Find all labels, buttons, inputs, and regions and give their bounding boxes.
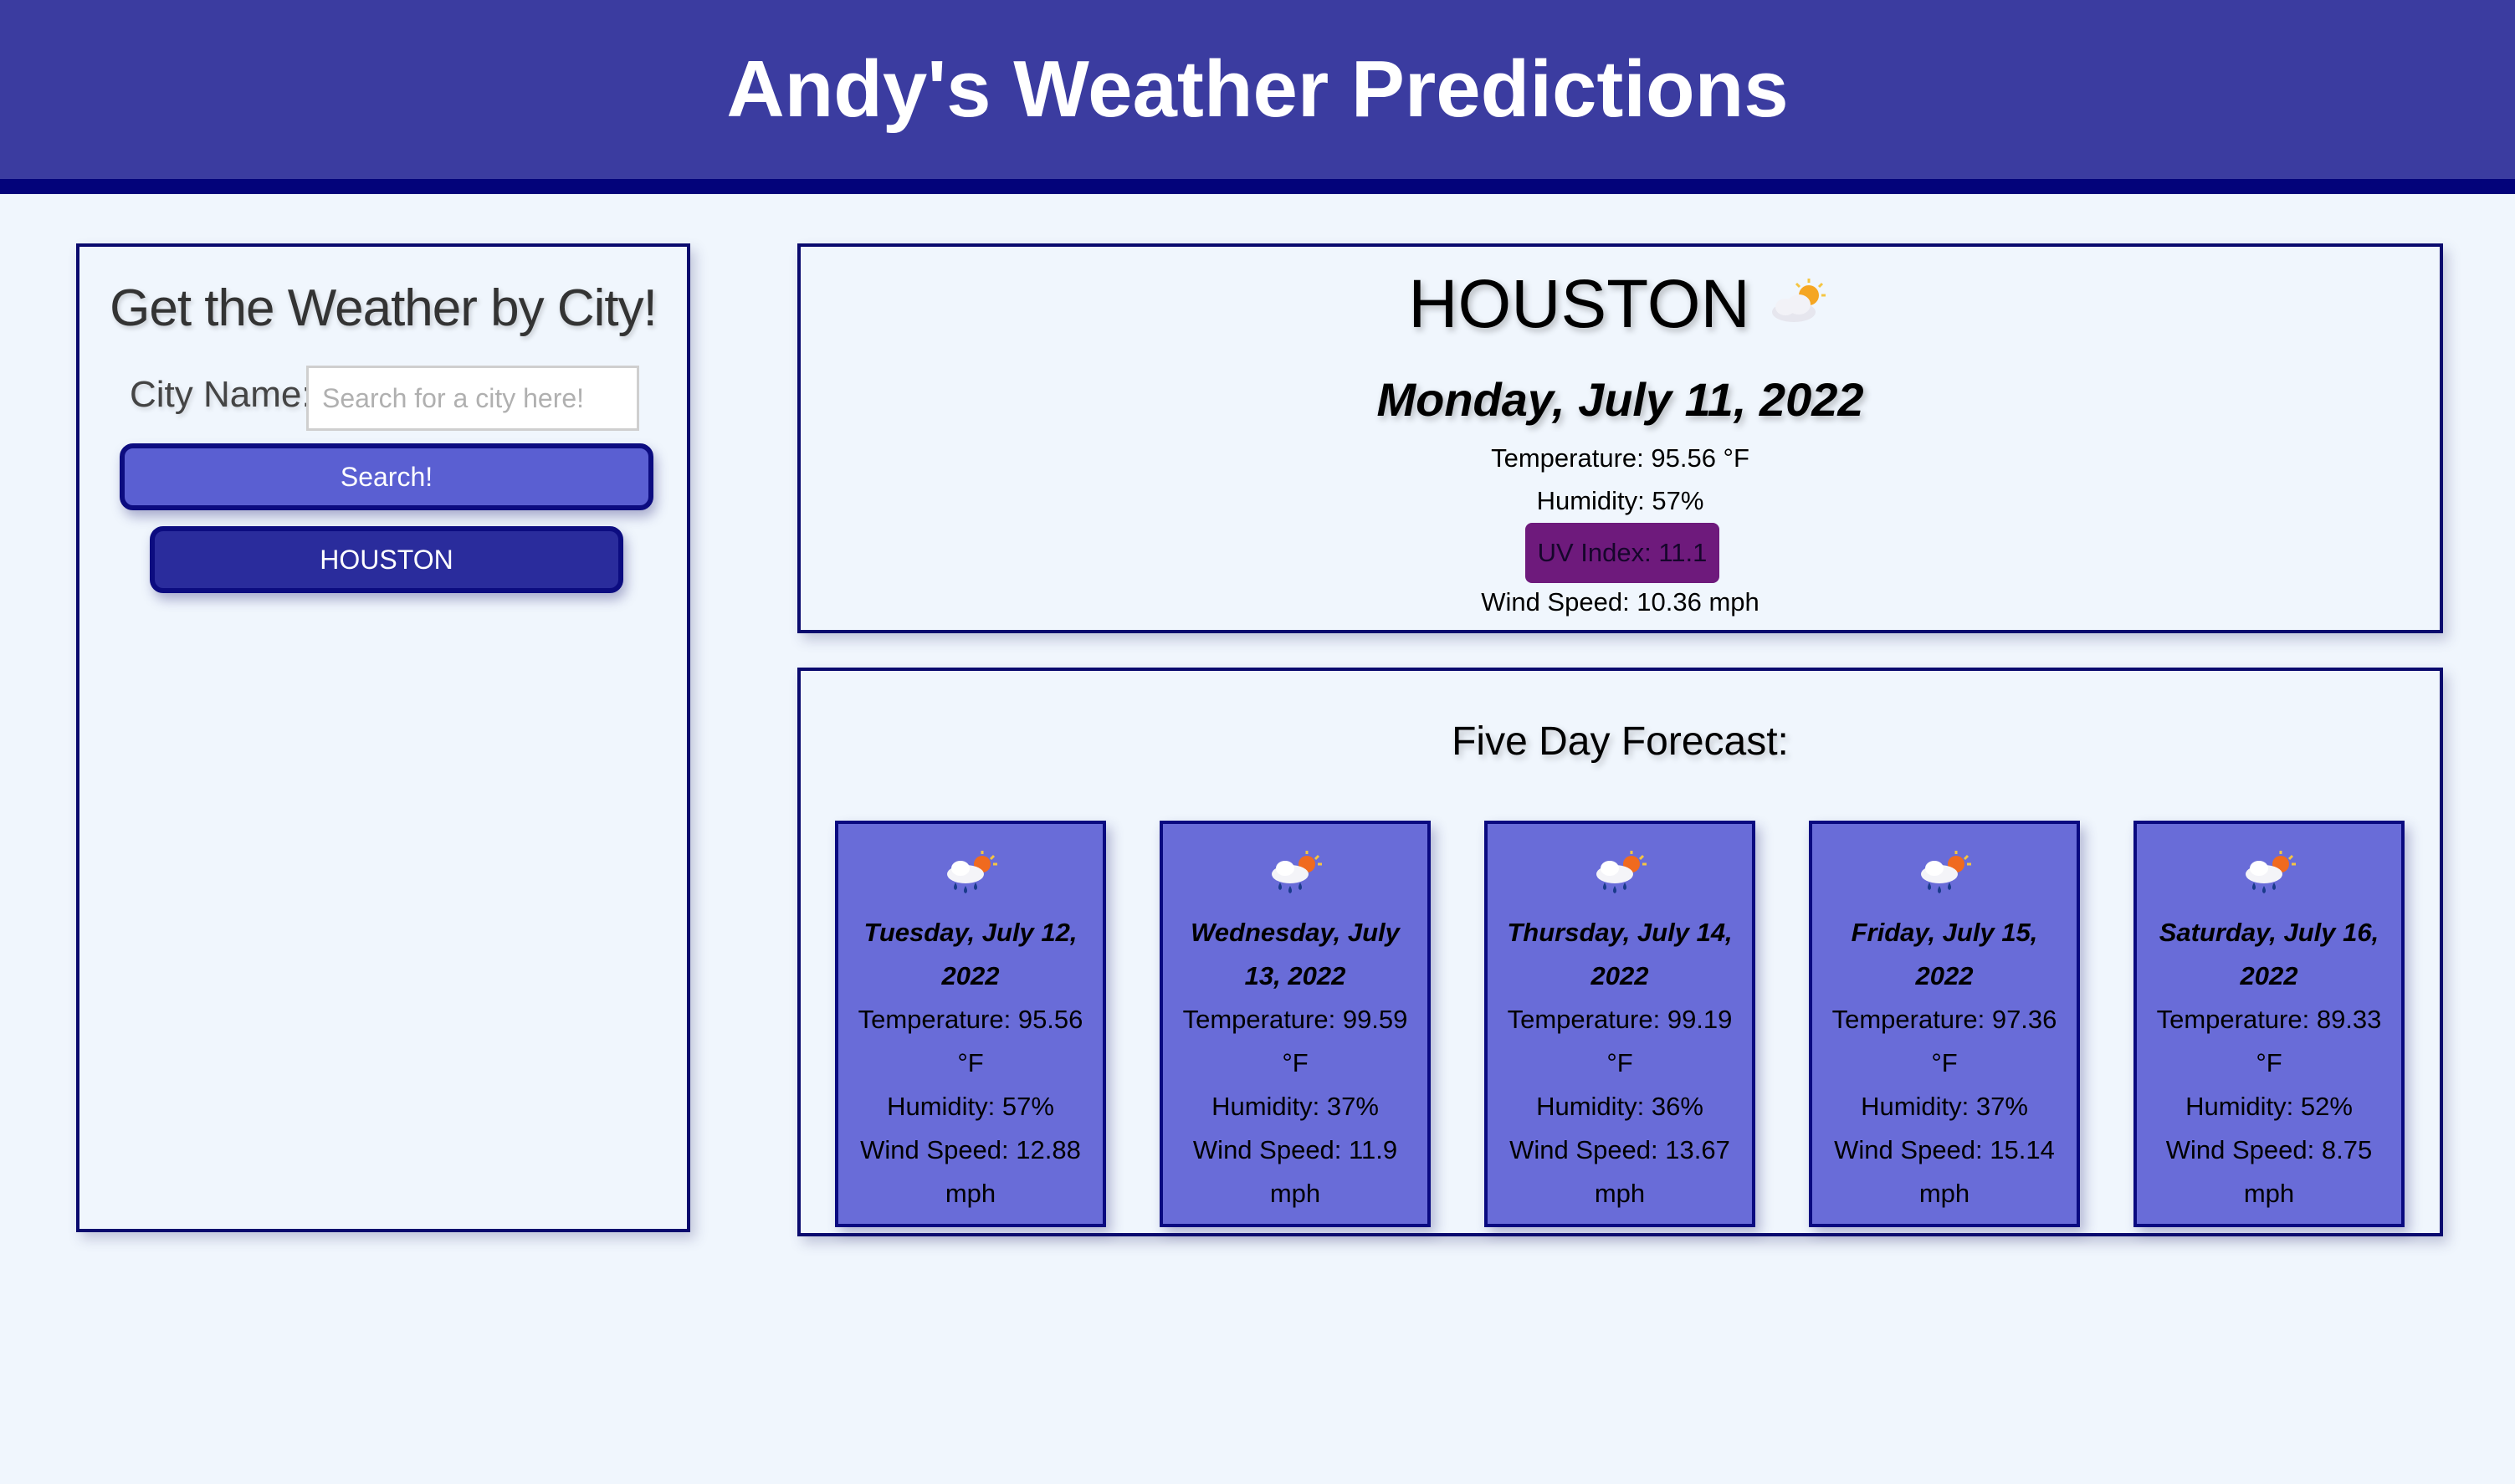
forecast-temperature: Temperature: 89.33 °F [2156, 1005, 2382, 1077]
current-humidity: Humidity: 57% [1536, 486, 1704, 515]
forecast-humidity: Humidity: 57% [887, 1092, 1054, 1121]
forecast-wind-speed: Wind Speed: 11.9 mph [1192, 1135, 1398, 1208]
forecast-wind-speed: Wind Speed: 12.88 mph [860, 1135, 1081, 1208]
forecast-date: Friday, July 15, 2022 [1851, 918, 2038, 990]
forecast-humidity: Humidity: 36% [1536, 1092, 1703, 1121]
forecast-title: Five Day Forecast: [1452, 719, 1789, 764]
current-wind-speed: Wind Speed: 10.36 mph [1481, 587, 1759, 617]
forecast-wind-speed: Wind Speed: 8.75 mph [2165, 1135, 2373, 1208]
forecast-date: Tuesday, July 12, 2022 [863, 918, 1078, 990]
current-weather-panel: HOUSTON Monday, July 11, 2022 Temperatur… [797, 243, 2443, 633]
forecast-temperature: Temperature: 97.36 °F [1831, 1005, 2057, 1077]
city-search-input[interactable] [306, 366, 639, 431]
current-temperature: Temperature: 95.56 °F [1491, 443, 1749, 473]
history-city-button[interactable]: HOUSTON [150, 526, 623, 593]
rain-sun-icon [1175, 847, 1416, 899]
uv-index-badge: UV Index: 11.1 [1525, 523, 1719, 583]
forecast-card: Wednesday, July 13, 2022 Temperature: 99… [1160, 821, 1431, 1227]
rain-sun-icon [1499, 847, 1740, 899]
search-button[interactable]: Search! [120, 443, 653, 510]
rain-sun-icon [2149, 847, 2390, 899]
forecast-date: Saturday, July 16, 2022 [2159, 918, 2379, 990]
page-header: Andy's Weather Predictions [0, 0, 2515, 194]
forecast-date: Wednesday, July 13, 2022 [1191, 918, 1400, 990]
forecast-card: Thursday, July 14, 2022 Temperature: 99.… [1484, 821, 1755, 1227]
search-panel-title: Get the Weather by City! [110, 279, 658, 337]
current-city-name: HOUSTON [1408, 266, 1750, 342]
forecast-temperature: Temperature: 95.56 °F [858, 1005, 1083, 1077]
forecast-card: Friday, July 15, 2022 Temperature: 97.36… [1809, 821, 2080, 1227]
partly-cloudy-icon [1765, 265, 1832, 344]
search-panel: Get the Weather by City! City Name: Sear… [76, 243, 690, 1232]
forecast-humidity: Humidity: 52% [2185, 1092, 2353, 1121]
forecast-panel: Five Day Forecast: Tuesday, July 12, 202… [797, 668, 2443, 1236]
forecast-date: Thursday, July 14, 2022 [1507, 918, 1733, 990]
forecast-wind-speed: Wind Speed: 15.14 mph [1834, 1135, 2055, 1208]
rain-sun-icon [850, 847, 1091, 899]
forecast-wind-speed: Wind Speed: 13.67 mph [1509, 1135, 1730, 1208]
rain-sun-icon [1824, 847, 2065, 899]
page-title: Andy's Weather Predictions [726, 44, 1789, 134]
forecast-temperature: Temperature: 99.59 °F [1182, 1005, 1408, 1077]
current-city-heading: HOUSTON [801, 265, 2440, 344]
forecast-card: Tuesday, July 12, 2022 Temperature: 95.5… [835, 821, 1106, 1227]
forecast-humidity: Humidity: 37% [1211, 1092, 1379, 1121]
city-name-label: City Name: [130, 374, 312, 415]
forecast-humidity: Humidity: 37% [1861, 1092, 2028, 1121]
current-date: Monday, July 11, 2022 [1376, 373, 1864, 426]
forecast-temperature: Temperature: 99.19 °F [1507, 1005, 1733, 1077]
forecast-card: Saturday, July 16, 2022 Temperature: 89.… [2133, 821, 2405, 1227]
